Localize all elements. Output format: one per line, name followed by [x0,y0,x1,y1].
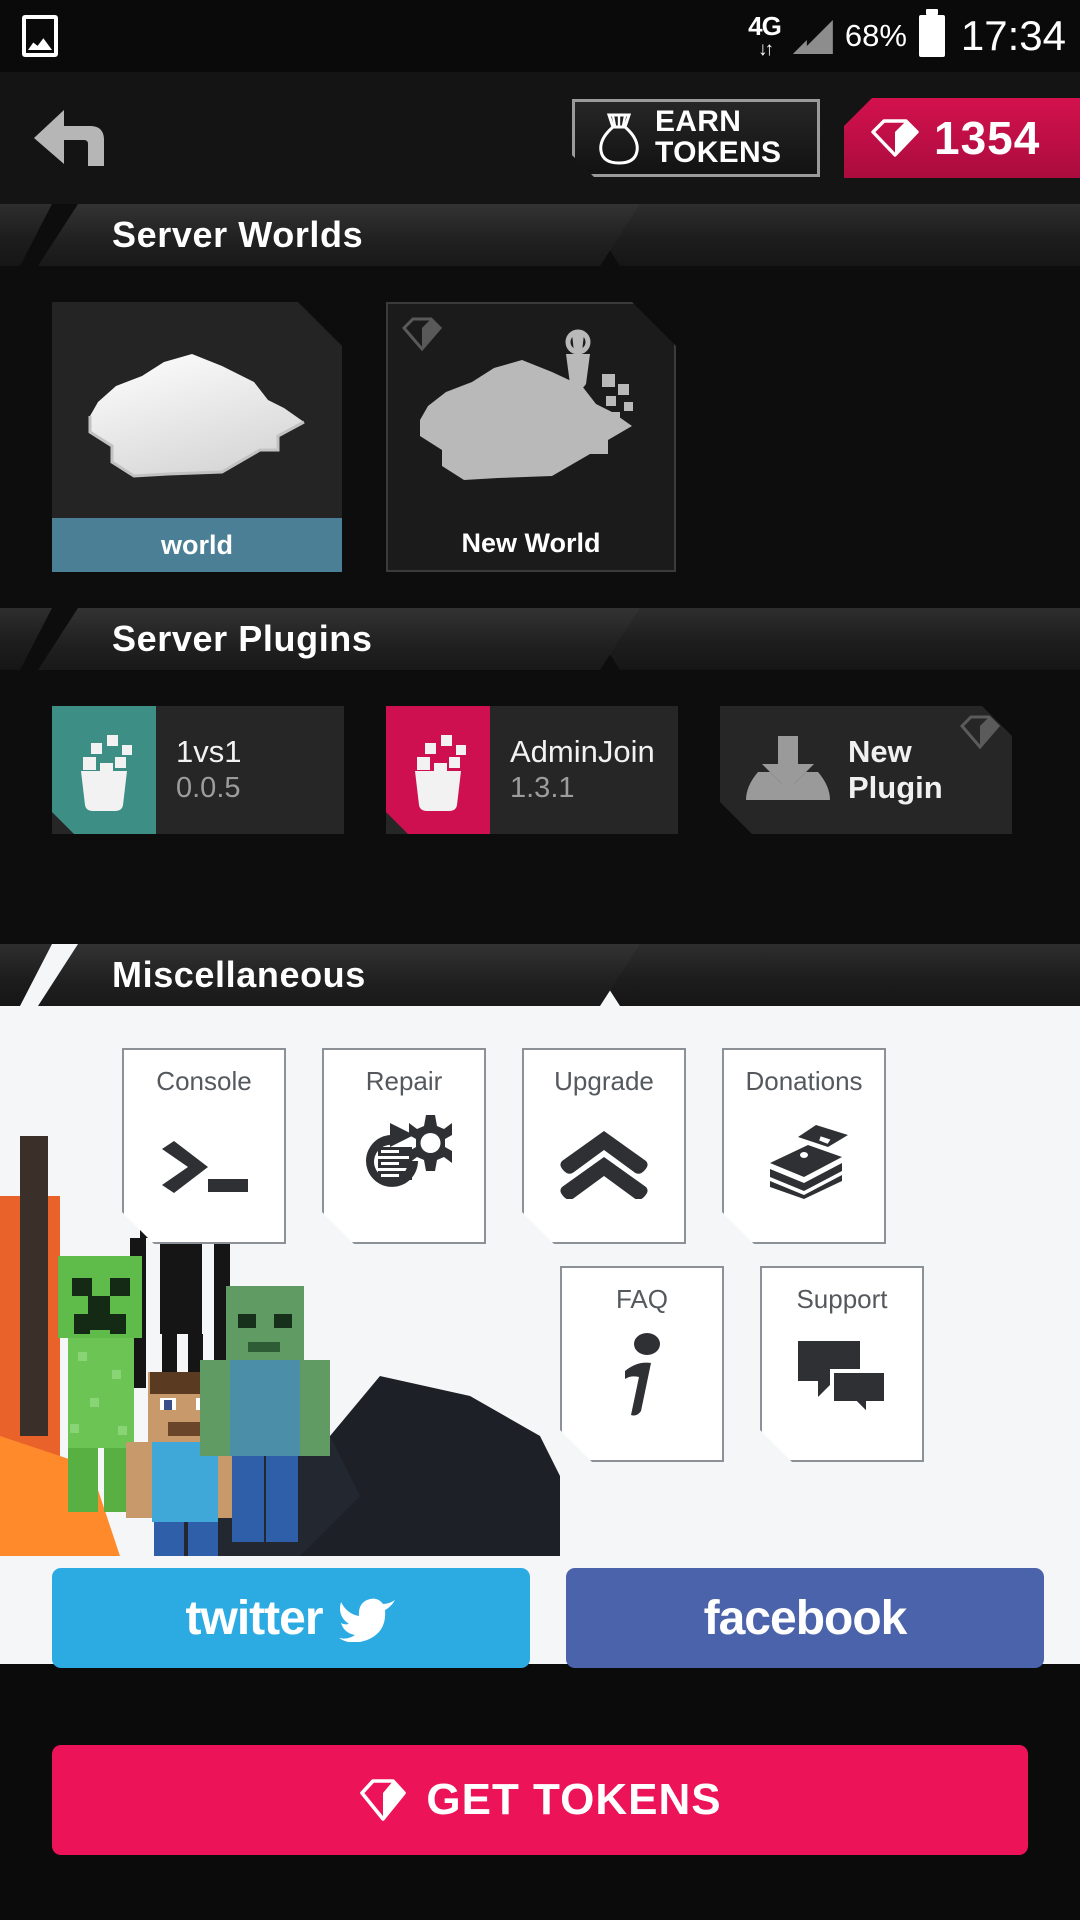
gem-balance-badge[interactable]: 1354 [844,98,1080,178]
misc-tiles-row-2: FAQ Support [0,1244,1080,1462]
app-top-bar: EARN TOKENS 1354 [0,72,1080,204]
info-icon [611,1331,673,1422]
terminal-prompt-icon [156,1139,252,1204]
section-title: Miscellaneous [112,954,366,995]
section-header-server-worlds: Server Worlds [0,204,1080,266]
plugin-bucket-icon [52,706,156,834]
plugin-version-label: 1.3.1 [510,772,575,805]
section-title: Server Plugins [112,618,373,659]
tile-console[interactable]: Console [122,1048,286,1244]
plugin-name-label: 1vs1 [176,733,242,769]
plugin-bucket-icon [386,706,490,834]
dark-content-area: Server Worlds world New World Server Plu… [0,204,1080,944]
plugin-meta: AdminJoin 1.3.1 [490,706,655,834]
plugin-meta: 1vs1 0.0.5 [156,706,241,834]
battery-percent-label: 68% [844,18,907,53]
server-plugins-list: 1vs1 0.0.5 AdminJoin 1.3.1 New Plugin [0,670,1080,834]
tile-support[interactable]: Support [760,1266,924,1462]
world-card-label: New World [461,527,601,558]
chat-bubbles-icon [794,1337,890,1422]
misc-tiles-row-1: Console Repair Upgrade Donations [0,1010,1080,1244]
tile-label: Donations [745,1066,863,1096]
signal-bars-icon [792,18,833,54]
money-stack-icon [756,1121,852,1204]
image-icon [22,15,58,57]
section-header-miscellaneous: Miscellaneous [0,944,1080,1006]
world-card-world[interactable]: world [52,302,342,572]
network-type-label: 4G [748,11,782,41]
tile-label: Console [156,1066,252,1096]
money-sack-icon [599,113,639,165]
tile-label: Upgrade [554,1066,654,1096]
section-title: Server Worlds [112,214,364,255]
tile-upgrade[interactable]: Upgrade [522,1048,686,1244]
double-chevron-up-icon [558,1129,650,1204]
world-card-label: world [52,518,342,572]
facebook-button[interactable]: facebook [566,1568,1044,1668]
clock-label: 17:34 [960,12,1066,59]
gear-refresh-icon [356,1113,452,1204]
get-tokens-button[interactable]: GET TOKENS [52,1745,1028,1855]
tile-faq[interactable]: FAQ [560,1266,724,1462]
back-arrow-icon[interactable] [30,102,120,174]
premium-gem-icon [960,714,1000,750]
data-transfer-icon: ↓↑ [758,39,774,60]
download-icon [742,730,834,810]
gem-icon [360,1779,407,1821]
new-world-shovel-icon [406,326,656,501]
server-worlds-list: world New World [0,266,1080,572]
plugin-name-label: AdminJoin [510,733,655,769]
world-map-icon [72,324,322,499]
plugin-card-adminjoin[interactable]: AdminJoin 1.3.1 [386,706,678,834]
status-bar: 4G ↓↑ 68% 17:34 [0,0,1080,72]
twitter-bird-icon [338,1598,395,1642]
earn-tokens-line1: EARN [655,105,742,139]
miscellaneous-area: Miscellaneous Console Repair Upgrade Don… [0,944,1080,1664]
battery-icon [918,15,945,57]
new-plugin-card[interactable]: New Plugin [720,706,1012,834]
tile-label: FAQ [615,1284,668,1314]
facebook-label: facebook [703,1591,908,1645]
new-plugin-line1: New [848,734,912,770]
tile-donations[interactable]: Donations [722,1048,886,1244]
social-buttons: twitter facebook [0,1568,1080,1678]
network-indicator: 4G ↓↑ [748,11,782,60]
new-plugin-label: New Plugin [848,734,943,805]
status-bar-right: 4G ↓↑ 68% 17:34 [748,12,1080,60]
world-card-new-world[interactable]: New World [386,302,676,572]
gem-icon [871,119,919,157]
earn-tokens-label: EARN TOKENS [655,107,781,168]
status-bar-left [22,15,58,57]
get-tokens-label: GET TOKENS [426,1775,722,1824]
new-plugin-line2: Plugin [848,770,943,805]
plugin-card-1vs1[interactable]: 1vs1 0.0.5 [52,706,344,834]
earn-tokens-button[interactable]: EARN TOKENS [572,99,820,177]
twitter-label: twitter [185,1591,324,1645]
bottom-action-bar: GET TOKENS [0,1680,1080,1920]
earn-tokens-line2: TOKENS [655,136,782,169]
tile-label: Support [796,1284,888,1314]
tile-repair[interactable]: Repair [322,1048,486,1244]
plugin-version-label: 0.0.5 [176,772,241,805]
tile-label: Repair [365,1066,443,1096]
twitter-button[interactable]: twitter [52,1568,530,1668]
gem-count-label: 1354 [934,112,1041,164]
section-header-server-plugins: Server Plugins [0,608,1080,670]
